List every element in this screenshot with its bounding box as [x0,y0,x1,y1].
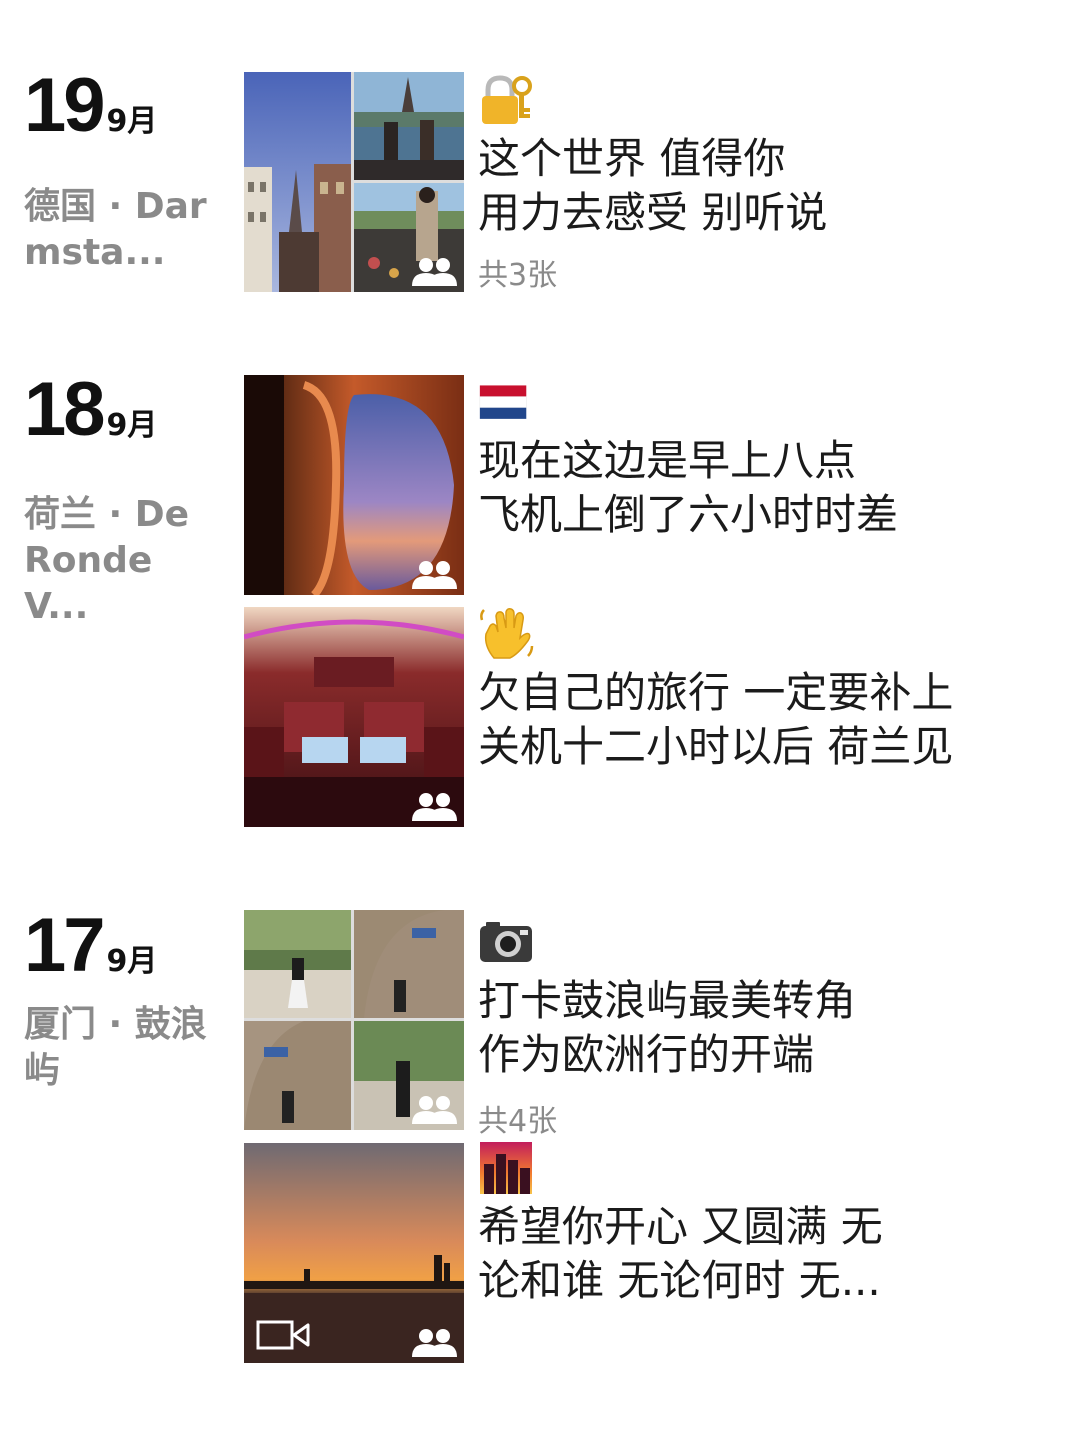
date-group-19: 19 9月 德国 · Darmsta... [24,68,224,276]
post-text-block[interactable]: 打卡鼓浪屿最美转角 作为欧洲行的开端 共4张 [478,914,1038,1142]
shared-group-icon [412,258,457,286]
shared-group-icon [412,793,457,821]
post-text-line: 这个世界 值得你 [478,134,786,183]
post-text-line: 论和谁 无论何时 无... [478,1256,881,1305]
month-label: 9月 [106,944,158,979]
day-number: 18 [24,367,106,452]
date-group-17: 17 9月 厦门 · 鼓浪屿 [24,908,224,1094]
post-thumbnail[interactable] [244,910,464,1130]
post-text-line: 作为欧洲行的开端 [478,1030,815,1079]
photo-count: 共4张 [478,1104,558,1139]
day-number: 19 [24,63,106,148]
post-thumbnail[interactable] [244,1143,464,1363]
location-label: 厦门 · 鼓浪屿 [24,1004,207,1091]
video-camera-icon [256,1320,310,1350]
month-label: 9月 [106,408,158,443]
camera-emoji [480,922,532,962]
shared-group-icon [412,561,457,589]
netherlands-flag-emoji [479,385,527,419]
city-sunset-emoji [480,1142,532,1194]
post-text-block[interactable]: 现在这边是早上八点 飞机上倒了六小时时差 [478,378,1038,542]
post-thumbnail[interactable] [244,72,464,292]
photo-tile [244,72,351,292]
shared-group-icon [412,1096,457,1124]
post-text-line: 关机十二小时以后 荷兰见 [478,722,954,771]
photo-tile [354,72,464,180]
photo-tile [244,1021,351,1130]
post-text-line: 现在这边是早上八点 [478,436,857,485]
moments-feed: 19 9月 德国 · Darmsta... 这个世界 值得你 用力去感受 别听说… [0,0,1080,1439]
location-label: 德国 · Darmsta... [24,186,207,273]
post-text-line: 希望你开心 又圆满 无 [478,1202,883,1251]
post-thumbnail[interactable] [244,607,464,827]
post-text-block[interactable]: 这个世界 值得你 用力去感受 别听说 共3张 [478,72,1038,296]
post-text-block[interactable]: 欠自己的旅行 一定要补上 关机十二小时以后 荷兰见 [478,606,1038,774]
photo-tile [244,910,351,1018]
photo-tile [354,910,464,1018]
lock-with-key-emoji [482,75,532,124]
post-text-line: 飞机上倒了六小时时差 [478,490,899,539]
post-text-line: 打卡鼓浪屿最美转角 [478,976,857,1025]
post-text-line: 欠自己的旅行 一定要补上 [478,668,954,717]
post-thumbnail[interactable] [244,375,464,595]
post-text-block[interactable]: 希望你开心 又圆满 无 论和谁 无论何时 无... [478,1140,1038,1308]
photo-count: 共3张 [478,258,558,293]
month-label: 9月 [106,104,158,139]
shared-group-icon [412,1329,457,1357]
day-number: 17 [24,903,106,988]
post-text-line: 用力去感受 别听说 [478,188,828,237]
date-group-18: 18 9月 荷兰 · De Ronde V... [24,372,224,630]
location-label: 荷兰 · De Ronde V... [24,494,190,627]
waving-hand-emoji [480,608,534,659]
